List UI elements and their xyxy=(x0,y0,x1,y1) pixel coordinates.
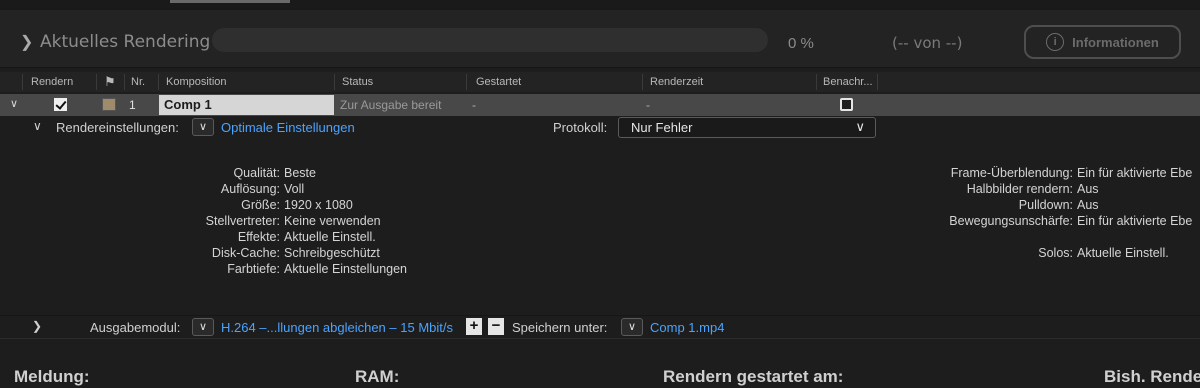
chevron-down-icon[interactable]: ∨ xyxy=(10,97,18,110)
detail-key: Stellvertreter: xyxy=(205,214,280,228)
render-started-label: Rendern gestartet am: xyxy=(663,367,844,386)
information-button-label: Informationen xyxy=(1072,34,1159,50)
log-label: Protokoll: xyxy=(553,120,608,135)
label-color-swatch[interactable] xyxy=(102,98,116,111)
elapsed-render-label: Bish. Render xyxy=(1104,367,1200,386)
column-separator xyxy=(22,74,23,90)
detail-value: Aus xyxy=(1077,198,1099,212)
detail-value: 1920 x 1080 xyxy=(284,198,353,212)
detail-key: Farbtiefe: xyxy=(227,262,280,276)
item-status: Zur Ausgabe bereit xyxy=(340,98,442,112)
render-settings-label: Rendereinstellungen: xyxy=(56,120,179,135)
add-output-button[interactable]: + xyxy=(466,318,482,335)
detail-value: Voll xyxy=(284,182,305,196)
detail-key: Bewegungsunschärfe: xyxy=(949,214,1073,228)
composition-name[interactable]: Comp 1 xyxy=(159,95,334,115)
render-count: (-- von --) xyxy=(892,34,963,52)
column-render[interactable]: Rendern xyxy=(31,76,73,88)
status-footer: Meldung: RAM: Rendern gestartet am: Bish… xyxy=(0,338,1200,388)
column-separator xyxy=(96,74,97,90)
column-composition[interactable]: Komposition xyxy=(166,76,227,88)
detail-key: Qualität: xyxy=(233,166,280,180)
detail-value: Aus xyxy=(1077,182,1099,196)
render-queue-item[interactable]: ∨ 1 Comp 1 Zur Ausgabe bereit - - xyxy=(0,94,1200,116)
message-label: Meldung: xyxy=(14,367,90,386)
detail-key: Auflösung: xyxy=(220,182,280,196)
column-notify[interactable]: Benachr... xyxy=(823,76,873,88)
save-as-label: Speichern unter: xyxy=(512,320,608,335)
column-number[interactable]: Nr. xyxy=(131,76,145,88)
detail-key: Solos: xyxy=(1038,246,1073,260)
render-settings-row: ∨ Rendereinstellungen: ∨ Optimale Einste… xyxy=(0,117,1200,139)
detail-value: Aktuelle Einstell. xyxy=(1077,246,1169,260)
column-separator xyxy=(877,74,878,90)
item-number: 1 xyxy=(129,98,136,112)
detail-value: Schreibgeschützt xyxy=(284,246,380,260)
current-render-title: Aktuelles Rendering xyxy=(40,32,211,52)
column-render-time[interactable]: Renderzeit xyxy=(650,76,703,88)
column-separator xyxy=(124,74,125,90)
notify-checkbox[interactable] xyxy=(840,98,853,111)
queue-column-header: Rendern ⚑ Nr. Komposition Status Gestart… xyxy=(0,72,1200,92)
render-settings-link[interactable]: Optimale Einstellungen xyxy=(221,120,355,135)
detail-value: Aktuelle Einstell. xyxy=(284,230,376,244)
information-button[interactable]: i Informationen xyxy=(1024,25,1181,59)
output-file-link[interactable]: Comp 1.mp4 xyxy=(650,320,724,335)
log-select[interactable]: Nur Fehler ∨ xyxy=(618,117,876,138)
column-separator xyxy=(642,74,643,90)
detail-key: Halbbilder rendern: xyxy=(966,182,1073,196)
detail-key: Disk-Cache: xyxy=(211,246,280,260)
column-separator xyxy=(816,74,817,90)
column-separator xyxy=(158,74,159,90)
label-tag-icon[interactable]: ⚑ xyxy=(104,74,116,90)
remove-output-button[interactable]: − xyxy=(488,318,504,335)
current-render-panel: ❯ Aktuelles Rendering 0 % (-- von --) i … xyxy=(0,10,1200,68)
ram-label: RAM: xyxy=(355,367,400,386)
column-started[interactable]: Gestartet xyxy=(476,76,521,88)
column-separator xyxy=(334,74,335,90)
top-tab-strip xyxy=(0,0,1200,10)
detail-value: Ein für aktivierte Ebe xyxy=(1077,214,1193,228)
column-separator xyxy=(466,74,467,90)
active-tab-indicator xyxy=(170,0,290,3)
item-render-time: - xyxy=(646,98,650,112)
output-module-link[interactable]: H.264 –...llungen abgleichen – 15 Mbit/s xyxy=(221,320,453,335)
column-status[interactable]: Status xyxy=(342,76,373,88)
log-select-value: Nur Fehler xyxy=(631,120,693,135)
render-progress-percent: 0 % xyxy=(788,35,814,52)
output-module-row: ❯ Ausgabemodul: ∨ H.264 –...llungen abgl… xyxy=(0,315,1200,337)
info-icon: i xyxy=(1046,33,1065,51)
chevron-right-icon[interactable]: ❯ xyxy=(20,32,33,52)
detail-key: Pulldown: xyxy=(1018,198,1073,212)
detail-value: Ein für aktivierte Ebe xyxy=(1077,166,1193,180)
detail-value: Keine verwenden xyxy=(284,214,381,228)
chevron-down-icon: ∨ xyxy=(855,119,865,134)
render-settings-dropdown[interactable]: ∨ xyxy=(192,118,214,136)
save-as-dropdown[interactable]: ∨ xyxy=(621,318,643,336)
detail-value: Aktuelle Einstellungen xyxy=(284,262,407,276)
detail-key: Frame-Überblendung: xyxy=(950,166,1073,180)
detail-key: Effekte: xyxy=(237,230,280,244)
output-module-dropdown[interactable]: ∨ xyxy=(192,318,214,336)
detail-value: Beste xyxy=(284,166,316,180)
render-progress-bar xyxy=(212,28,768,52)
output-module-label: Ausgabemodul: xyxy=(90,320,181,335)
render-checkbox[interactable] xyxy=(54,98,67,111)
item-started: - xyxy=(472,98,476,112)
chevron-down-icon[interactable]: ∨ xyxy=(33,119,42,133)
detail-key: Größe: xyxy=(241,198,280,212)
chevron-right-icon[interactable]: ❯ xyxy=(32,319,42,333)
